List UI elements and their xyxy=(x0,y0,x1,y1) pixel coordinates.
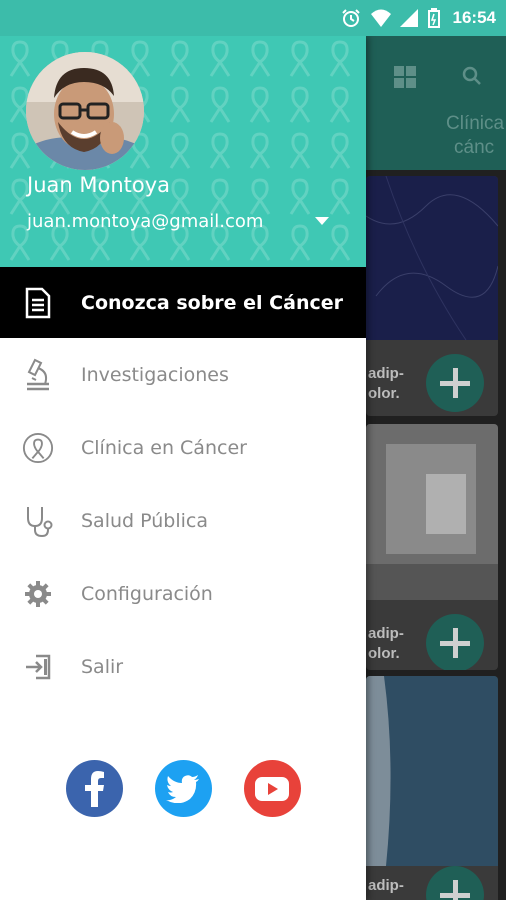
background-card[interactable]: adip-olor. xyxy=(366,176,498,416)
card-text: adip-olor. xyxy=(368,625,404,662)
card-text: adip-olor. xyxy=(368,365,404,402)
alarm-icon xyxy=(341,8,361,28)
avatar[interactable] xyxy=(26,52,144,170)
background-card[interactable]: adip- xyxy=(366,676,498,900)
stethoscope-icon xyxy=(22,504,54,538)
wifi-icon xyxy=(370,8,391,28)
add-button[interactable] xyxy=(426,866,484,900)
card-text: adip- xyxy=(368,877,404,894)
gear-icon xyxy=(22,577,54,611)
status-bar: 16:54 xyxy=(0,0,506,36)
microscope-icon xyxy=(22,358,54,392)
dropdown-arrow-icon[interactable] xyxy=(314,214,330,228)
status-time: 16:54 xyxy=(452,8,496,27)
add-button[interactable] xyxy=(426,354,484,412)
background-app: Clínica cánc adip-olor. adip-olor. adip- xyxy=(366,36,506,900)
menu-item-salir[interactable]: Salir xyxy=(0,630,366,703)
youtube-button[interactable] xyxy=(243,760,301,817)
card-image xyxy=(366,176,498,341)
facebook-icon xyxy=(85,770,104,807)
youtube-icon xyxy=(255,776,289,801)
menu-item-configuracion[interactable]: Configuración xyxy=(0,557,366,630)
battery-icon xyxy=(427,8,440,28)
background-toolbar: Clínica cánc xyxy=(366,36,506,170)
search-icon[interactable] xyxy=(460,64,484,88)
document-icon xyxy=(22,286,54,320)
menu-item-label: Configuración xyxy=(81,582,213,605)
drawer-header: Juan Montoya juan.montoya@gmail.com xyxy=(0,36,366,267)
menu-item-label: Salud Pública xyxy=(81,509,208,532)
menu-item-label: Investigaciones xyxy=(81,363,229,386)
drawer-menu: Conozca sobre el Cáncer Investigaciones … xyxy=(0,267,366,703)
grid-icon[interactable] xyxy=(394,66,416,88)
menu-item-label: Conozca sobre el Cáncer xyxy=(81,291,343,314)
menu-item-label: Clínica en Cáncer xyxy=(81,436,247,459)
menu-item-conozca-cancer[interactable]: Conozca sobre el Cáncer xyxy=(0,267,366,338)
navigation-drawer: Juan Montoya juan.montoya@gmail.com Cono… xyxy=(0,36,366,900)
user-name: Juan Montoya xyxy=(27,173,171,197)
twitter-icon xyxy=(166,774,199,803)
card-image xyxy=(366,676,498,866)
ribbon-icon xyxy=(22,431,54,465)
add-button[interactable] xyxy=(426,614,484,670)
background-card[interactable]: adip-olor. xyxy=(366,424,498,670)
menu-item-clinica-cancer[interactable]: Clínica en Cáncer xyxy=(0,411,366,484)
background-title: Clínica cánc xyxy=(446,113,505,158)
user-email: juan.montoya@gmail.com xyxy=(27,211,264,232)
exit-icon xyxy=(22,650,54,684)
card-image xyxy=(366,424,498,600)
facebook-button[interactable] xyxy=(65,760,123,817)
signal-icon xyxy=(399,8,419,28)
menu-item-salud-publica[interactable]: Salud Pública xyxy=(0,484,366,557)
social-links xyxy=(0,760,366,817)
menu-item-label: Salir xyxy=(81,655,124,678)
twitter-button[interactable] xyxy=(154,760,212,817)
menu-item-investigaciones[interactable]: Investigaciones xyxy=(0,338,366,411)
